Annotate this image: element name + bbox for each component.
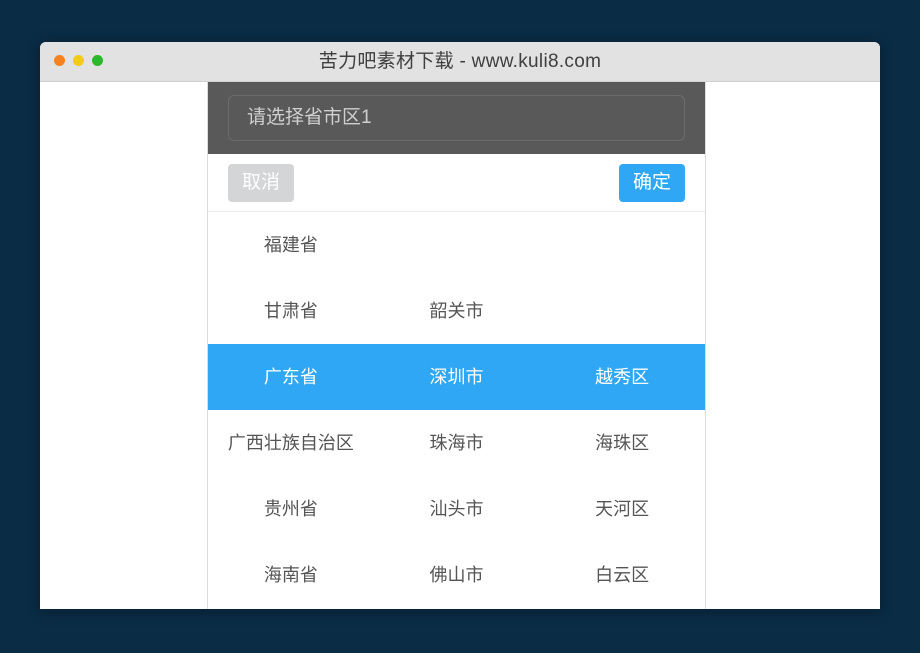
window-titlebar: 苦力吧素材下载 - www.kuli8.com [40,42,880,82]
picker-toolbar: 取消 确定 [208,154,705,212]
picker-cell-province[interactable]: 广东省 [208,368,374,386]
picker-row[interactable]: 甘肃省韶关市 [208,278,705,344]
region-select-input[interactable] [228,95,685,141]
picker-cell-city[interactable]: 汕头市 [374,500,540,518]
picker-row[interactable]: 广西壮族自治区珠海市海珠区 [208,410,705,476]
picker-cell-province[interactable]: 海南省 [208,566,374,584]
confirm-button[interactable]: 确定 [619,164,685,202]
picker-cell-province[interactable]: 广西壮族自治区 [208,434,374,452]
picker-row[interactable]: 广东省深圳市越秀区 [208,344,705,410]
picker-cell-district[interactable]: 白云区 [539,566,705,584]
picker-cell-province[interactable]: 福建省 [208,236,374,254]
picker-cell-city[interactable]: 深圳市 [374,368,540,386]
picker-row[interactable]: 贵州省汕头市天河区 [208,476,705,542]
page-viewport: 取消 确定 福建省甘肃省韶关市广东省深圳市越秀区广西壮族自治区珠海市海珠区贵州省… [40,82,880,609]
window-title: 苦力吧素材下载 - www.kuli8.com [40,42,880,82]
picker-row[interactable]: 海南省佛山市白云区 [208,542,705,608]
picker-cell-province[interactable]: 甘肃省 [208,302,374,320]
picker-option-list[interactable]: 福建省甘肃省韶关市广东省深圳市越秀区广西壮族自治区珠海市海珠区贵州省汕头市天河区… [208,212,705,608]
cancel-button[interactable]: 取消 [228,164,294,202]
picker-field-area [208,82,705,154]
picker-cell-district[interactable]: 海珠区 [539,434,705,452]
picker-cell-district[interactable]: 越秀区 [539,368,705,386]
picker-cell-city[interactable]: 佛山市 [374,566,540,584]
picker-cell-district[interactable]: 天河区 [539,500,705,518]
picker-cell-city[interactable]: 韶关市 [374,302,540,320]
picker-cell-province[interactable]: 贵州省 [208,500,374,518]
browser-window: 苦力吧素材下载 - www.kuli8.com 取消 确定 福建省甘肃省韶关市广… [40,42,880,609]
picker-row[interactable]: 福建省 [208,212,705,278]
picker-cell-city[interactable]: 珠海市 [374,434,540,452]
region-picker: 取消 确定 福建省甘肃省韶关市广东省深圳市越秀区广西壮族自治区珠海市海珠区贵州省… [207,82,706,609]
